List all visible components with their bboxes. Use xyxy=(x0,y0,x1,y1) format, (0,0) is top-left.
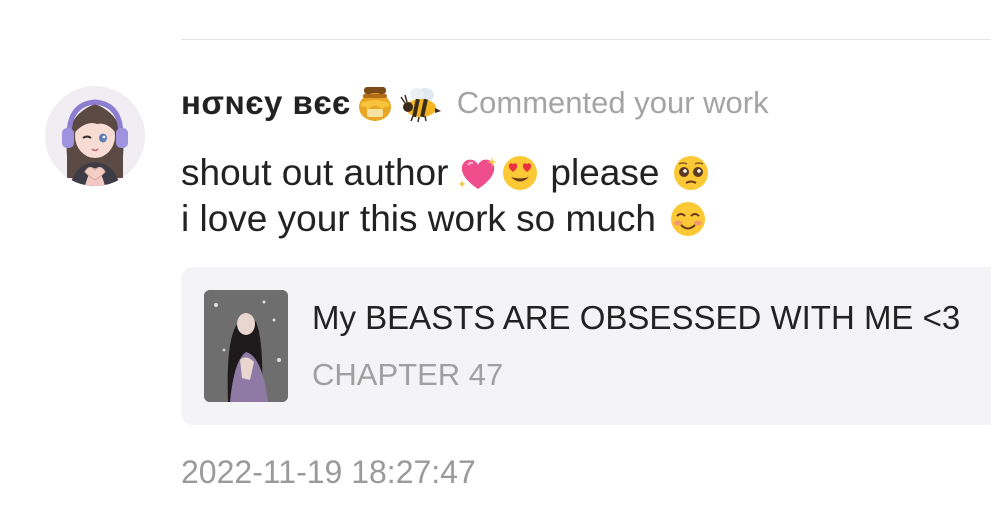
pleading-face-icon xyxy=(671,153,711,193)
comment-notification: ʜσɴєу вєє Commented your work shout out … xyxy=(0,0,991,521)
heart-eyes-icon xyxy=(500,153,540,193)
smiling-blush-face-icon xyxy=(668,199,708,239)
comment-body: shout out author please i love your this… xyxy=(181,150,711,242)
divider xyxy=(181,39,991,40)
comment-text-please: please xyxy=(550,152,660,193)
work-card[interactable]: My BEASTS ARE OBSESSED WITH ME <3 CHAPTE… xyxy=(181,267,991,425)
comment-line-2: i love your this work so much xyxy=(181,196,711,242)
work-chapter: CHAPTER 47 xyxy=(312,357,504,392)
sparkling-heart-icon xyxy=(456,153,500,193)
comment-text-line2: i love your this work so much xyxy=(181,198,657,239)
timestamp: 2022-11-19 18:27:47 xyxy=(181,454,476,490)
honey-pot-icon xyxy=(355,83,395,123)
bee-icon xyxy=(399,83,443,123)
username[interactable]: ʜσɴєу вєє xyxy=(181,84,351,122)
activity-text: Commented your work xyxy=(456,85,769,120)
avatar[interactable] xyxy=(45,86,145,186)
comment-header: ʜσɴєу вєє Commented your work xyxy=(181,82,769,124)
avatar-image xyxy=(45,86,145,186)
work-cover-image xyxy=(204,290,288,402)
comment-line-1: shout out author please xyxy=(181,150,711,196)
comment-text: shout out author xyxy=(181,152,449,193)
work-title: My BEASTS ARE OBSESSED WITH ME <3 xyxy=(312,299,961,336)
